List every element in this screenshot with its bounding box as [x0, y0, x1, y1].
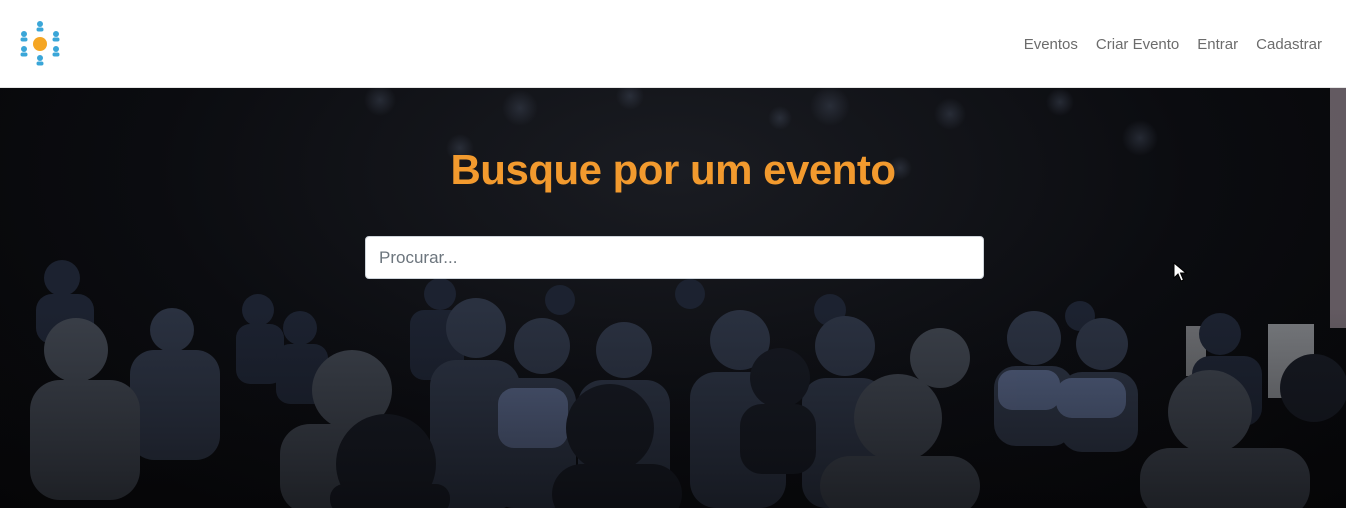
nav-link-criar-evento[interactable]: Criar Evento	[1087, 36, 1188, 53]
nav-links: Eventos Criar Evento Entrar Cadastrar	[1015, 0, 1322, 88]
nav-link-entrar[interactable]: Entrar	[1188, 36, 1247, 53]
nav-link-cadastrar[interactable]: Cadastrar	[1247, 36, 1322, 53]
top-navbar: Eventos Criar Evento Entrar Cadastrar	[0, 0, 1346, 88]
hero-title: Busque por um evento	[450, 146, 896, 193]
event-search-input[interactable]	[365, 236, 984, 279]
nav-link-eventos[interactable]: Eventos	[1015, 36, 1087, 53]
mouse-cursor-icon	[1173, 262, 1187, 282]
hero-section: Busque por um evento	[0, 88, 1346, 508]
people-network-logo-icon[interactable]	[18, 20, 62, 68]
